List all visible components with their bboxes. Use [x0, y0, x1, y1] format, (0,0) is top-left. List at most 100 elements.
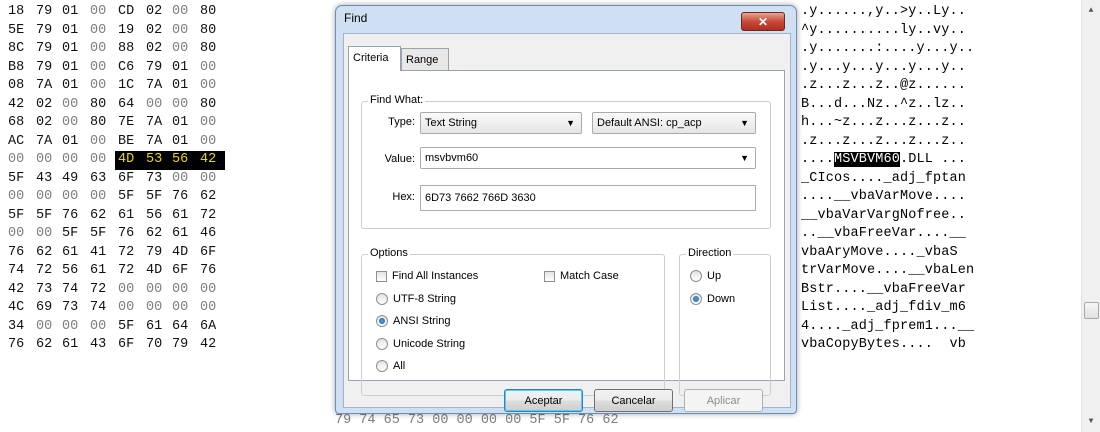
hex-byte[interactable]: 00 [146, 299, 168, 318]
hex-input[interactable]: 6D73 7662 766D 3630 [420, 185, 756, 211]
hex-byte[interactable]: 79 [36, 3, 58, 22]
find-all-instances-checkbox[interactable]: Find All Instances [376, 269, 478, 283]
hex-byte[interactable]: 4D [172, 244, 194, 263]
hex-byte[interactable]: 34 [8, 318, 30, 337]
hex-byte[interactable]: 5E [8, 22, 30, 41]
hex-byte[interactable]: 7A [146, 114, 168, 133]
hex-byte[interactable]: 43 [90, 336, 112, 355]
hex-byte[interactable]: 7A [36, 133, 58, 152]
hex-byte[interactable]: 00 [90, 59, 112, 78]
hex-byte[interactable]: 4D [146, 262, 168, 281]
hex-byte[interactable]: 1C [118, 77, 140, 96]
direction-up-radio[interactable]: Up [690, 269, 721, 283]
hex-byte[interactable]: 00 [172, 22, 194, 41]
hex-byte[interactable]: 7E [118, 114, 140, 133]
hex-byte[interactable]: 4C [8, 299, 30, 318]
hex-byte[interactable]: 01 [62, 3, 84, 22]
type-select[interactable]: Text String ▼ [420, 112, 582, 134]
hex-byte[interactable]: 00 [118, 281, 140, 300]
hex-byte[interactable]: 6F [118, 336, 140, 355]
hex-byte[interactable]: 70 [146, 336, 168, 355]
hex-byte[interactable]: 00 [90, 151, 112, 170]
hex-byte[interactable]: 79 [36, 22, 58, 41]
hex-byte[interactable]: 00 [172, 40, 194, 59]
hex-byte[interactable]: 00 [36, 188, 58, 207]
hex-byte[interactable]: 42 [8, 281, 30, 300]
hex-byte[interactable]: 5F [146, 188, 168, 207]
hex-byte[interactable]: 5F [8, 170, 30, 189]
hex-byte[interactable]: 7A [146, 77, 168, 96]
hex-byte[interactable]: 61 [90, 262, 112, 281]
hex-byte[interactable]: 7A [36, 77, 58, 96]
hex-byte[interactable]: 6F [118, 170, 140, 189]
hex-byte[interactable]: BE [118, 133, 140, 152]
hex-byte[interactable]: 76 [62, 207, 84, 226]
hex-byte[interactable]: 00 [172, 96, 194, 115]
hex-byte[interactable]: 7A [146, 133, 168, 152]
scroll-down-arrow-icon[interactable]: ▼ [1082, 413, 1100, 430]
hex-byte[interactable]: 41 [90, 244, 112, 263]
ok-button[interactable]: Aceptar [504, 389, 583, 412]
hex-byte[interactable]: 61 [172, 225, 194, 244]
hex-byte[interactable]: 5F [36, 207, 58, 226]
hex-byte[interactable]: 5F [8, 207, 30, 226]
encoding-select[interactable]: Default ANSI: cp_acp ▼ [592, 112, 756, 134]
hex-byte[interactable]: 80 [200, 40, 222, 59]
hex-byte[interactable]: 56 [62, 262, 84, 281]
hex-byte[interactable]: 42 [8, 96, 30, 115]
hex-byte[interactable]: 73 [36, 281, 58, 300]
hex-byte[interactable]: 00 [172, 281, 194, 300]
hex-byte[interactable]: 00 [36, 225, 58, 244]
hex-byte[interactable]: 01 [62, 40, 84, 59]
hex-byte[interactable]: 00 [172, 299, 194, 318]
hex-byte[interactable]: 56 [146, 207, 168, 226]
hex-byte[interactable]: 80 [200, 3, 222, 22]
hex-byte[interactable]: 00 [36, 151, 58, 170]
hex-byte[interactable]: 74 [62, 281, 84, 300]
hex-byte[interactable]: 00 [146, 96, 168, 115]
hex-byte[interactable]: 00 [90, 188, 112, 207]
ascii-column[interactable]: .y......,y..>y..Ly.. ^y..........ly..vy..… [801, 3, 1071, 355]
hex-byte[interactable]: 80 [90, 96, 112, 115]
hex-byte[interactable]: 6F [172, 262, 194, 281]
hex-byte[interactable]: 80 [200, 22, 222, 41]
hex-byte[interactable]: 01 [62, 22, 84, 41]
vertical-scrollbar[interactable]: ▲ ▼ [1081, 0, 1100, 432]
direction-down-radio[interactable]: Down [690, 292, 735, 306]
hex-byte[interactable]: 00 [172, 170, 194, 189]
hex-byte[interactable]: 62 [200, 188, 222, 207]
hex-byte[interactable]: 74 [90, 299, 112, 318]
hex-byte[interactable]: 4D [115, 151, 143, 170]
hex-byte[interactable]: 00 [90, 3, 112, 22]
hex-byte[interactable]: 5F [118, 188, 140, 207]
hex-byte[interactable]: 01 [172, 114, 194, 133]
hex-byte[interactable]: 00 [200, 299, 222, 318]
hex-byte[interactable]: 02 [146, 40, 168, 59]
hex-byte[interactable]: 74 [8, 262, 30, 281]
hex-byte[interactable]: 72 [90, 281, 112, 300]
hex-byte[interactable]: 46 [200, 225, 222, 244]
tab-range[interactable]: Range [401, 48, 449, 70]
hex-byte[interactable]: 8C [8, 40, 30, 59]
hex-byte[interactable]: 61 [118, 207, 140, 226]
hex-byte[interactable]: 00 [90, 133, 112, 152]
hex-byte[interactable]: 00 [36, 318, 58, 337]
unicode-radio[interactable]: Unicode String [376, 337, 465, 351]
hex-byte[interactable]: 02 [146, 22, 168, 41]
hex-byte[interactable]: 00 [62, 96, 84, 115]
hex-byte[interactable]: 42 [197, 151, 225, 170]
hex-byte[interactable]: 00 [90, 22, 112, 41]
hex-byte[interactable]: 76 [118, 225, 140, 244]
hex-byte[interactable]: 72 [118, 244, 140, 263]
hex-byte[interactable]: 00 [62, 151, 84, 170]
hex-byte[interactable]: 42 [200, 336, 222, 355]
hex-byte[interactable]: 02 [36, 114, 58, 133]
utf8-radio[interactable]: UTF-8 String [376, 292, 456, 306]
hex-byte[interactable]: 62 [146, 225, 168, 244]
hex-byte[interactable]: 49 [62, 170, 84, 189]
hex-byte[interactable]: 01 [62, 77, 84, 96]
hex-byte[interactable]: 56 [169, 151, 197, 170]
hex-byte[interactable]: 62 [36, 244, 58, 263]
hex-byte[interactable]: 72 [118, 262, 140, 281]
hex-byte[interactable]: 00 [90, 318, 112, 337]
